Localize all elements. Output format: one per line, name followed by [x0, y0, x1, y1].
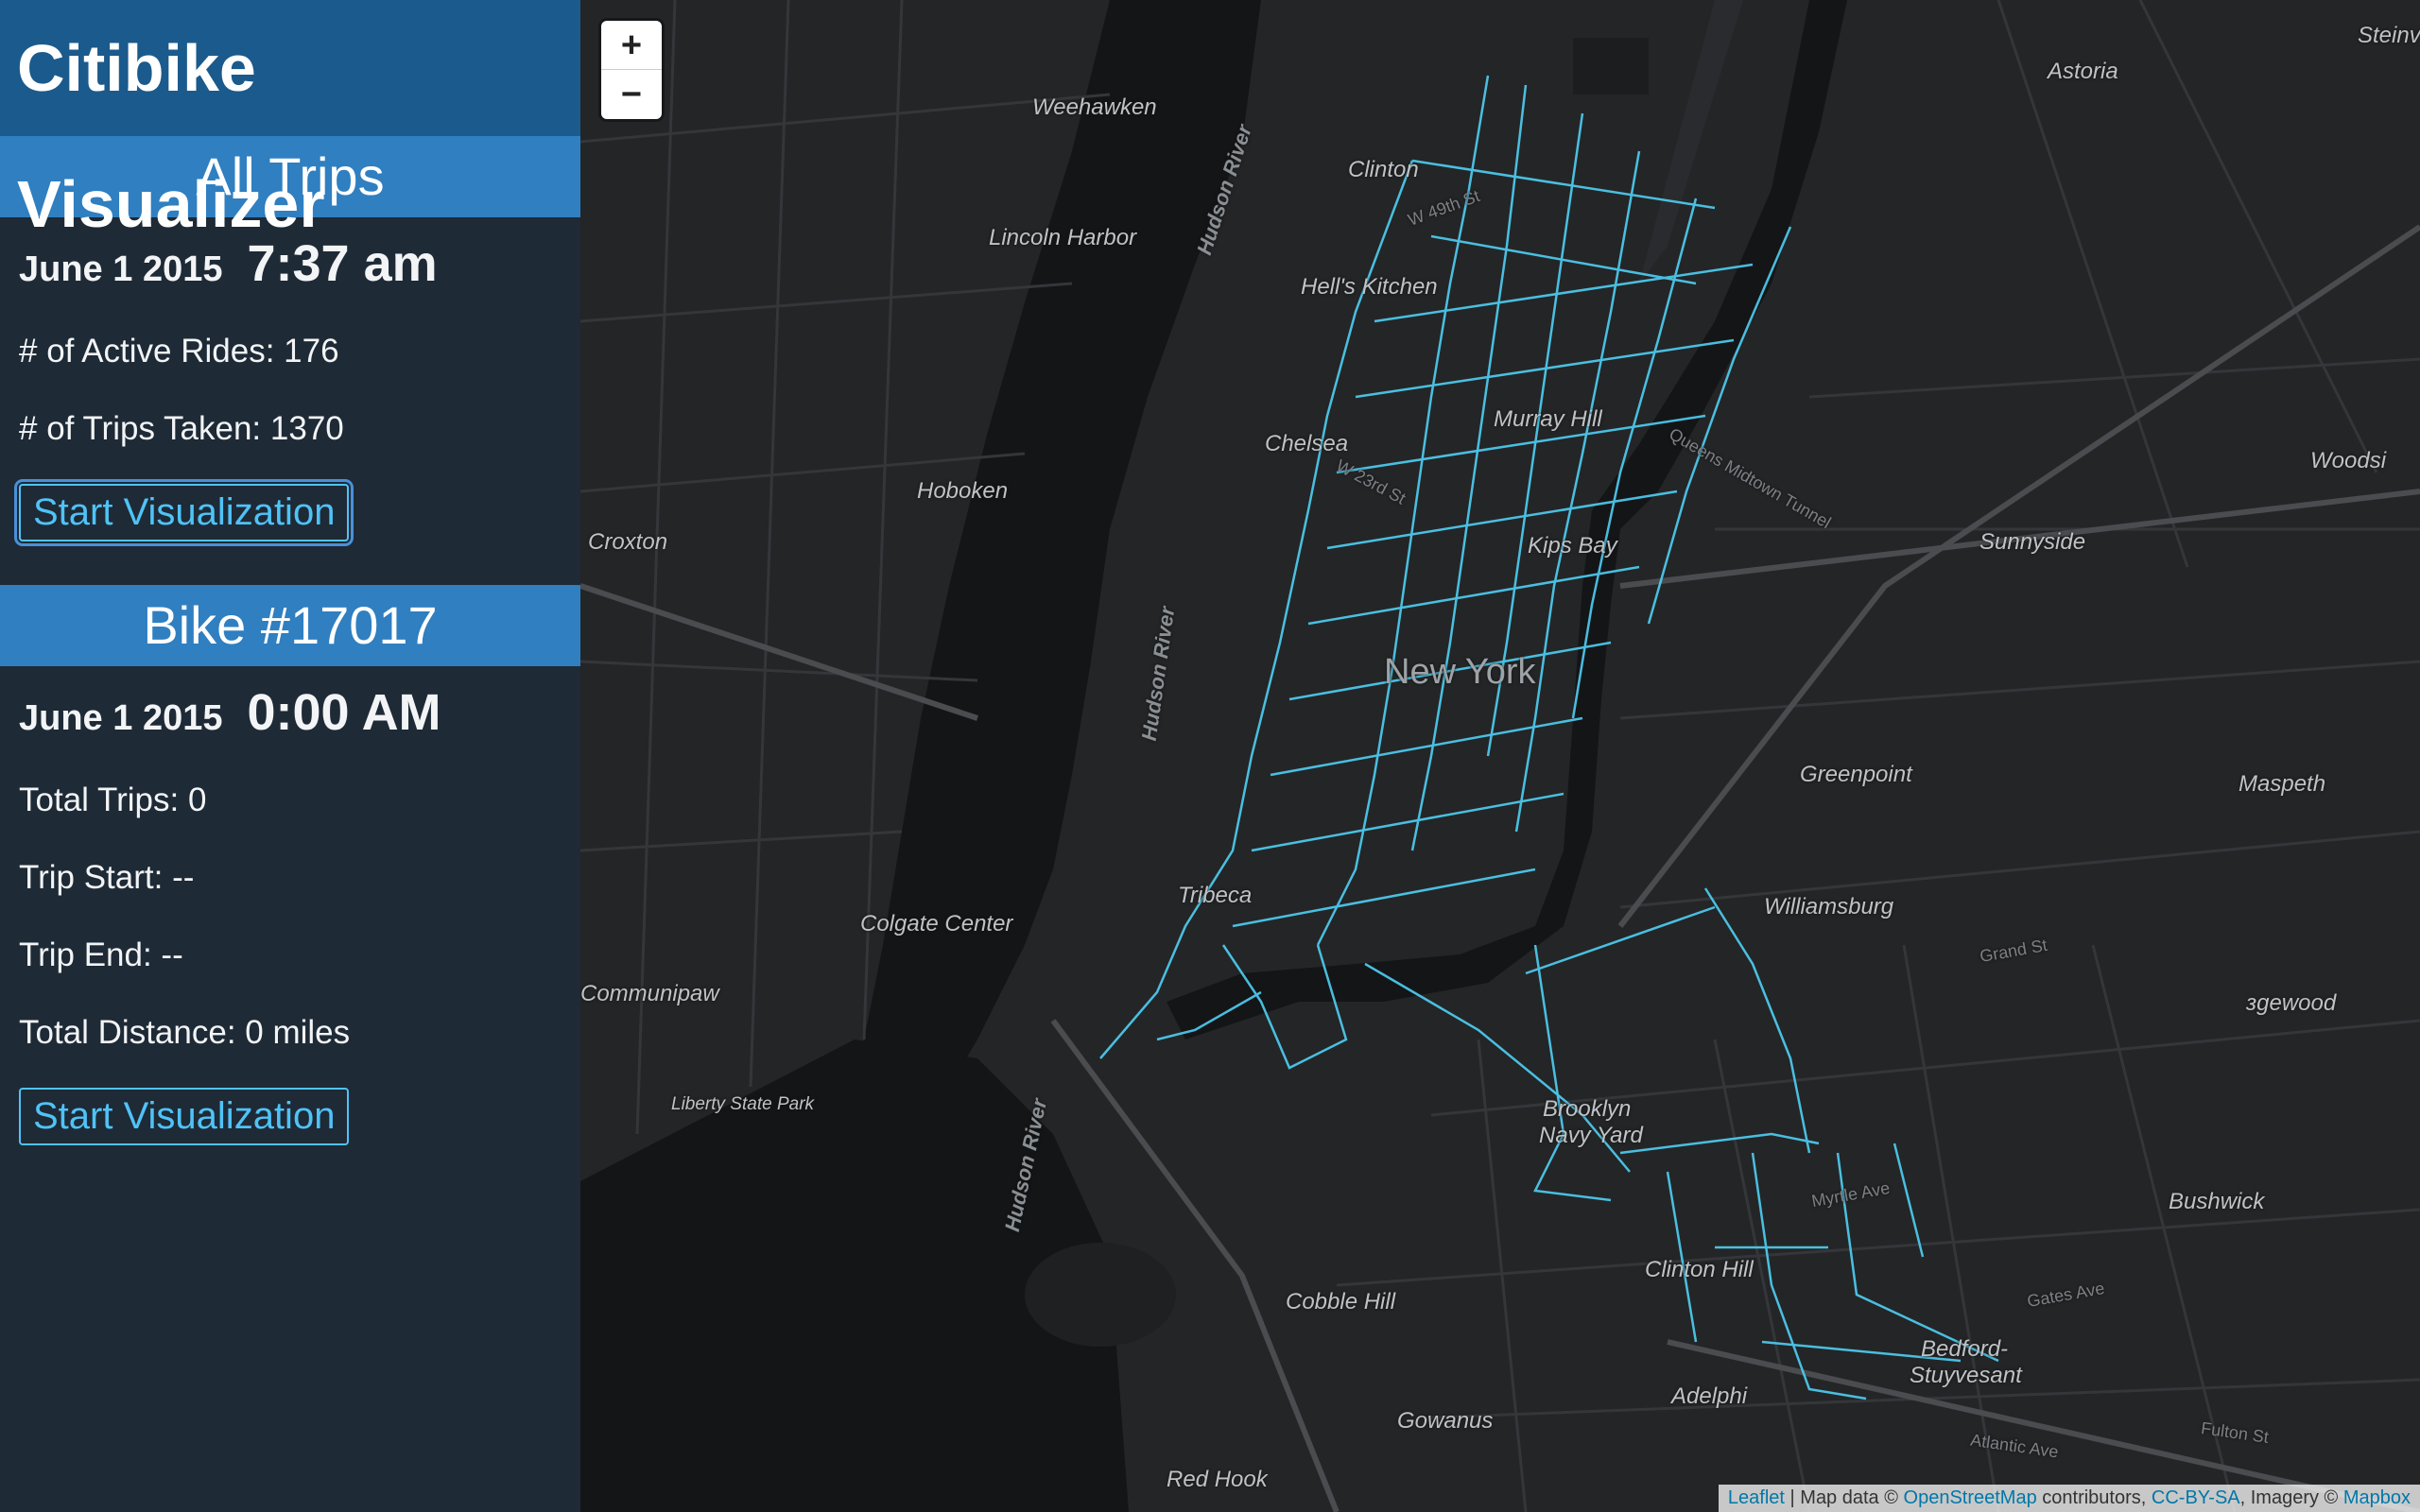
all-trips-time: 7:37 am: [247, 235, 438, 292]
map-label-ridgewood: ɜgewood: [2246, 990, 2337, 1016]
trip-start-stat: Trip Start: --: [19, 859, 195, 896]
all-trips-panel: June 1 2015 7:37 am # of Active Rides: 1…: [0, 234, 580, 541]
map-label-liberty-state-park: Liberty State Park: [671, 1094, 815, 1114]
map-label-bedford: Bedford-: [1921, 1336, 2009, 1362]
bike-header: Bike #17017: [0, 585, 580, 666]
bike-panel: June 1 2015 0:00 AM Total Trips: 0 Trip …: [0, 683, 580, 1145]
map-label-cobble-hill: Cobble Hill: [1286, 1289, 1396, 1314]
map-label-communipaw: Communipaw: [580, 981, 719, 1006]
all-trips-date: June 1 2015: [19, 249, 223, 289]
attribution-text-3: , Imagery ©: [2239, 1487, 2343, 1508]
trips-taken-stat: # of Trips Taken: 1370: [19, 410, 344, 447]
map-label-woodside: Woodsi: [2310, 448, 2387, 473]
map-label-clinton-hill: Clinton Hill: [1645, 1257, 1754, 1282]
map-label-kips-bay: Kips Bay: [1528, 533, 1617, 558]
map-label-greenpoint: Greenpoint: [1800, 762, 1912, 787]
zoom-control: + −: [601, 21, 662, 119]
map-label-hells-kitchen: Hell's Kitchen: [1301, 274, 1438, 300]
map-label-croxton: Croxton: [588, 529, 668, 555]
sidebar: Citibike Visualizer All Trips June 1 201…: [0, 0, 580, 1512]
map-label-navy-yard: Navy Yard: [1539, 1123, 1643, 1148]
map-label-new-york: New York: [1384, 652, 1536, 692]
map-attribution: Leaflet | Map data © OpenStreetMap contr…: [1718, 1485, 2420, 1512]
bike-datetime: June 1 2015 0:00 AM: [19, 683, 562, 742]
all-trips-start-button[interactable]: Start Visualization: [19, 484, 350, 541]
map-label-steinway: Steinv: [2358, 23, 2420, 48]
map-label-brooklyn: Brooklyn: [1543, 1096, 1632, 1122]
map-label-weehawken: Weehawken: [1032, 94, 1157, 120]
map-label-maspeth: Maspeth: [2238, 771, 2326, 797]
zoom-in-button[interactable]: +: [601, 21, 662, 70]
bike-start-button[interactable]: Start Visualization: [19, 1088, 350, 1145]
bike-time: 0:00 AM: [247, 684, 441, 741]
leaflet-link[interactable]: Leaflet: [1728, 1487, 1785, 1508]
active-rides-stat: # of Active Rides: 176: [19, 333, 339, 369]
map-label-murray-hill: Murray Hill: [1494, 406, 1602, 432]
map-canvas: [580, 0, 2420, 1512]
map-label-red-hook: Red Hook: [1167, 1467, 1268, 1492]
openstreetmap-link[interactable]: OpenStreetMap: [1904, 1487, 2037, 1508]
total-trips-stat: Total Trips: 0: [19, 782, 207, 818]
bike-date: June 1 2015: [19, 698, 223, 738]
map-label-chelsea: Chelsea: [1265, 431, 1349, 456]
map[interactable]: + − Weehawken Clinton Astoria Lincoln Ha…: [580, 0, 2420, 1512]
app-title: Citibike Visualizer: [0, 0, 580, 241]
map-label-adelphi: Adelphi: [1671, 1383, 1748, 1409]
map-label-lincoln-harbor: Lincoln Harbor: [989, 225, 1137, 250]
map-label-hoboken: Hoboken: [917, 478, 1009, 504]
map-label-bushwick: Bushwick: [2169, 1189, 2265, 1214]
map-label-williamsburg: Williamsburg: [1764, 894, 1894, 919]
map-label-colgate-center: Colgate Center: [860, 911, 1013, 936]
attribution-text-1: | Map data ©: [1784, 1487, 1904, 1508]
map-label-astoria: Astoria: [2048, 59, 2118, 84]
total-distance-stat: Total Distance: 0 miles: [19, 1014, 351, 1051]
zoom-out-button[interactable]: −: [601, 70, 662, 119]
map-label-stuyvesant: Stuyvesant: [1910, 1363, 2022, 1388]
map-label-gowanus: Gowanus: [1397, 1408, 1494, 1434]
mapbox-link[interactable]: Mapbox: [2343, 1487, 2411, 1508]
map-label-sunnyside: Sunnyside: [1979, 529, 2086, 555]
cc-by-sa-link[interactable]: CC-BY-SA: [2152, 1487, 2240, 1508]
trip-end-stat: Trip End: --: [19, 936, 183, 973]
map-label-tribeca: Tribeca: [1178, 883, 1253, 908]
attribution-text-2: contributors,: [2036, 1487, 2152, 1508]
map-label-clinton: Clinton: [1348, 157, 1419, 182]
